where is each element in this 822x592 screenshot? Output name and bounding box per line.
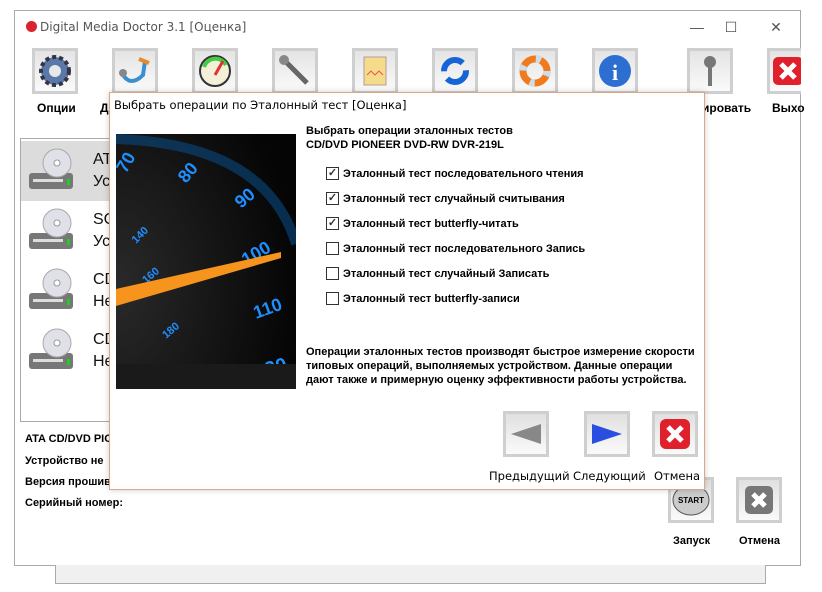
benchmark-option-checkbox[interactable]: Эталонный тест butterfly-записи xyxy=(326,292,520,305)
device-status: Ус xyxy=(93,173,111,190)
option-label: Эталонный тест butterfly-читать xyxy=(343,217,519,230)
option-label: Эталонный тест последовательного чтения xyxy=(343,167,584,180)
start-label: Запуск xyxy=(673,535,711,547)
checkbox[interactable]: ✓ xyxy=(326,217,339,230)
checkbox[interactable] xyxy=(326,242,339,255)
option-label: Эталонный тест случайный считывания xyxy=(343,192,565,205)
next-label: Следующий xyxy=(573,469,646,483)
benchmark-dialog: Выбрать операции по Эталонный тест [Оцен… xyxy=(109,92,705,490)
firmware-version: Версия прошив xyxy=(25,476,111,488)
info-icon: i xyxy=(599,55,631,87)
device-name: ATA CD/DVD PIO xyxy=(25,433,113,445)
svg-text:START: START xyxy=(678,496,704,505)
exit-button[interactable] xyxy=(767,48,801,94)
cancel-red-icon xyxy=(660,419,690,449)
key-icon xyxy=(704,56,716,86)
checkbox[interactable] xyxy=(326,292,339,305)
checkbox[interactable] xyxy=(326,267,339,280)
option-label: Эталонный тест случайный Записать xyxy=(343,267,550,280)
benchmark-option-checkbox[interactable]: ✓ Эталонный тест butterfly-читать xyxy=(326,217,519,230)
device-status: Ус xyxy=(93,233,111,250)
app-icon xyxy=(26,21,37,32)
gauge-icon xyxy=(199,55,231,87)
maximize-button[interactable]: ☐ xyxy=(716,16,746,38)
stethoscope-icon xyxy=(119,57,150,83)
device-list-item[interactable]: SC Ус xyxy=(21,201,115,261)
tools-button[interactable] xyxy=(272,48,318,94)
dialog-title: Выбрать операции по Эталонный тест [Оцен… xyxy=(114,98,407,112)
previous-button[interactable] xyxy=(503,411,549,457)
gear-icon xyxy=(39,55,71,87)
cancel-main-button[interactable] xyxy=(736,477,782,523)
register-label: ировать xyxy=(702,101,752,115)
device-list[interactable]: ATA Ус SC Ус CD Не CD Не xyxy=(20,138,115,422)
benchmark-option-checkbox[interactable]: ✓ Эталонный тест последовательного чтения xyxy=(326,167,584,180)
cancel-gray-icon xyxy=(745,486,773,514)
benchmark-option-checkbox[interactable]: Эталонный тест последовательного Запись xyxy=(326,242,585,255)
cancel-main-label: Отмена xyxy=(739,535,780,547)
diagnose-label: Д xyxy=(100,101,109,115)
dialog-device: CD/DVD PIONEER DVD-RW DVR-219L xyxy=(306,139,504,151)
device-list-item[interactable]: CD Не xyxy=(21,321,115,381)
report-button[interactable] xyxy=(352,48,398,94)
option-label: Эталонный тест последовательного Запись xyxy=(343,242,586,255)
help-button[interactable] xyxy=(512,48,558,94)
window-title: Digital Media Doctor 3.1 [Оценка] xyxy=(40,20,247,34)
close-button[interactable]: ✕ xyxy=(761,16,791,38)
status-bar xyxy=(55,565,766,584)
benchmark-option-checkbox[interactable]: ✓ Эталонный тест случайный считывания xyxy=(326,192,565,205)
options-button[interactable] xyxy=(32,48,78,94)
dialog-heading: Выбрать операции эталонных тестов xyxy=(306,125,513,137)
diagnose-button[interactable] xyxy=(112,48,158,94)
arrow-right-icon xyxy=(592,424,622,444)
device-list-item[interactable]: ATA Ус xyxy=(21,141,115,201)
benchmark-button[interactable] xyxy=(192,48,238,94)
about-button[interactable]: i xyxy=(592,48,638,94)
optical-drive-icon xyxy=(29,268,73,309)
checkbox[interactable]: ✓ xyxy=(326,192,339,205)
speedometer-image: 708090100110120140160180 xyxy=(116,134,296,389)
device-status: Устройство не xyxy=(25,455,104,467)
serial-number: Серийный номер: xyxy=(25,497,124,509)
options-label: Опции xyxy=(37,101,76,115)
dialog-cancel-button[interactable] xyxy=(652,411,698,457)
device-list-item[interactable]: CD Не xyxy=(21,261,115,321)
checkbox[interactable]: ✓ xyxy=(326,167,339,180)
minimize-button[interactable]: — xyxy=(682,16,712,38)
arrow-left-icon xyxy=(511,424,541,444)
dialog-cancel-label: Отмена xyxy=(654,469,701,483)
refresh-icon xyxy=(441,57,469,85)
register-button[interactable] xyxy=(687,48,733,94)
svg-text:i: i xyxy=(612,60,618,85)
benchmark-option-checkbox[interactable]: Эталонный тест случайный Записать xyxy=(326,267,549,280)
previous-label: Предыдущий xyxy=(489,469,570,483)
dialog-description: Операции эталонных тестов производят быс… xyxy=(306,346,695,386)
optical-drive-icon xyxy=(29,208,73,249)
option-label: Эталонный тест butterfly-записи xyxy=(343,292,520,305)
exit-icon xyxy=(772,57,801,85)
optical-drive-icon xyxy=(29,148,73,189)
clipboard-icon xyxy=(363,56,387,86)
exit-label: Выхо xyxy=(772,101,805,115)
optical-drive-icon xyxy=(29,328,73,369)
update-button[interactable] xyxy=(432,48,478,94)
lifebuoy-icon xyxy=(519,55,551,87)
wrench-icon xyxy=(279,55,309,85)
next-button[interactable] xyxy=(584,411,630,457)
